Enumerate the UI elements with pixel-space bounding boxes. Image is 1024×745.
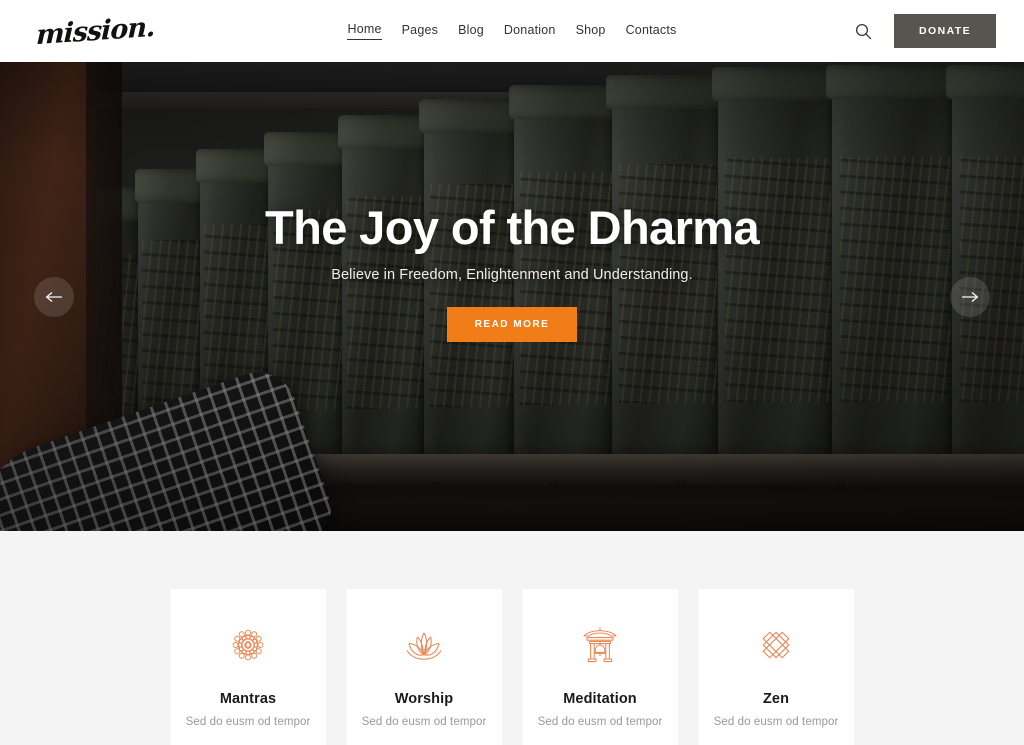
feature-title: Meditation bbox=[563, 691, 637, 707]
mandala-icon bbox=[227, 623, 269, 667]
feature-card-worship[interactable]: Worship Sed do eusm od tempor bbox=[346, 589, 502, 745]
hero-subtitle: Believe in Freedom, Enlightenment and Un… bbox=[331, 266, 693, 283]
arrow-right-icon bbox=[962, 291, 979, 302]
feature-description: Sed do eusm od tempor bbox=[537, 716, 663, 728]
nav-item-contacts[interactable]: Contacts bbox=[626, 23, 677, 40]
feature-title: Zen bbox=[762, 691, 790, 707]
logo-dot: . bbox=[145, 11, 155, 44]
read-more-button[interactable]: READ MORE bbox=[446, 306, 578, 342]
lotus-icon bbox=[401, 623, 447, 667]
donate-button[interactable]: DONATE bbox=[894, 14, 996, 48]
nav-item-pages[interactable]: Pages bbox=[402, 23, 438, 40]
logo-text: mission bbox=[35, 11, 147, 51]
endless-knot-icon bbox=[754, 623, 798, 667]
search-icon bbox=[855, 23, 871, 39]
slider-prev-button[interactable] bbox=[34, 276, 74, 317]
header-actions: DONATE bbox=[852, 14, 996, 48]
temple-bell-icon bbox=[578, 623, 622, 667]
feature-description: Sed do eusm od tempor bbox=[713, 716, 839, 728]
feature-card-zen[interactable]: Zen Sed do eusm od tempor bbox=[698, 589, 854, 745]
slider-next-button[interactable] bbox=[950, 276, 990, 317]
hero-title: The Joy of the Dharma bbox=[264, 201, 760, 255]
search-button[interactable] bbox=[852, 20, 874, 42]
site-header: mission. Home Pages Blog Donation Shop C… bbox=[0, 0, 1024, 62]
hero-slider: The Joy of the Dharma Believe in Freedom… bbox=[0, 62, 1024, 531]
arrow-left-icon bbox=[45, 291, 62, 302]
features-section: Mantras Sed do eusm od tempor Worship Se… bbox=[0, 531, 1024, 745]
feature-card-meditation[interactable]: Meditation Sed do eusm od tempor bbox=[522, 589, 678, 745]
feature-description: Sed do eusm od tempor bbox=[361, 716, 487, 728]
feature-description: Sed do eusm od tempor bbox=[185, 716, 311, 728]
nav-item-home[interactable]: Home bbox=[347, 22, 382, 40]
nav-item-donation[interactable]: Donation bbox=[504, 23, 556, 40]
feature-title: Worship bbox=[394, 691, 454, 707]
nav-item-blog[interactable]: Blog bbox=[458, 23, 484, 40]
site-logo[interactable]: mission. bbox=[36, 11, 155, 50]
nav-item-shop[interactable]: Shop bbox=[576, 23, 606, 40]
hero-content: The Joy of the Dharma Believe in Freedom… bbox=[0, 62, 1024, 531]
feature-card-mantras[interactable]: Mantras Sed do eusm od tempor bbox=[170, 589, 326, 745]
feature-title: Mantras bbox=[219, 691, 277, 707]
